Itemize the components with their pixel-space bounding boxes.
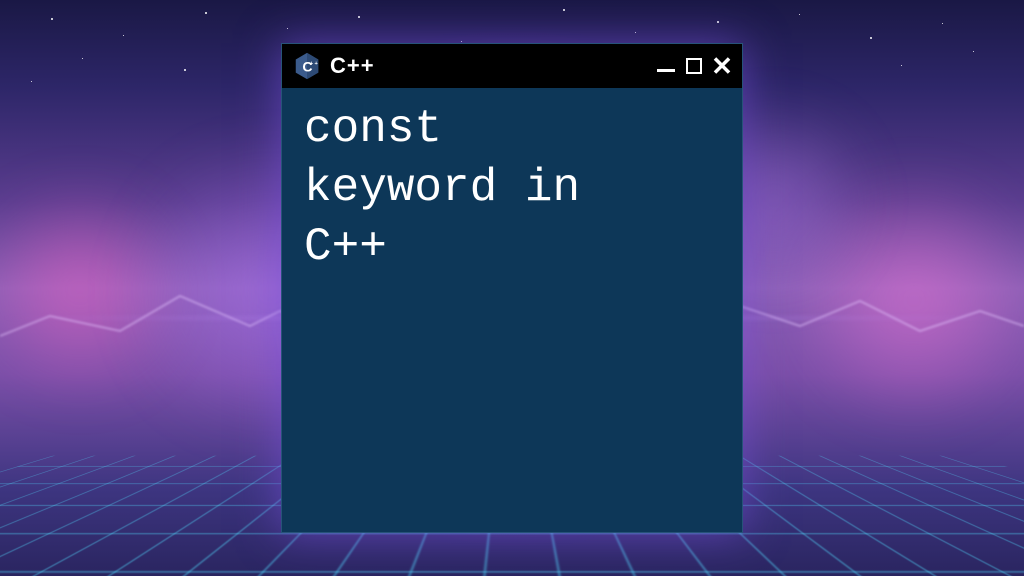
- code-line: C++: [304, 218, 720, 277]
- terminal-window: C + + C++ ✕ const keyword in C++: [281, 43, 743, 533]
- cpp-logo-icon: C + +: [292, 51, 322, 81]
- close-button[interactable]: ✕: [712, 56, 732, 76]
- terminal-content: const keyword in C++: [282, 88, 742, 289]
- window-controls: ✕: [656, 56, 732, 76]
- code-line: const: [304, 100, 720, 159]
- maximize-button[interactable]: [684, 56, 704, 76]
- code-line: keyword in: [304, 159, 720, 218]
- minimize-button[interactable]: [656, 56, 676, 76]
- window-title: C++: [330, 53, 648, 79]
- titlebar[interactable]: C + + C++ ✕: [282, 44, 742, 88]
